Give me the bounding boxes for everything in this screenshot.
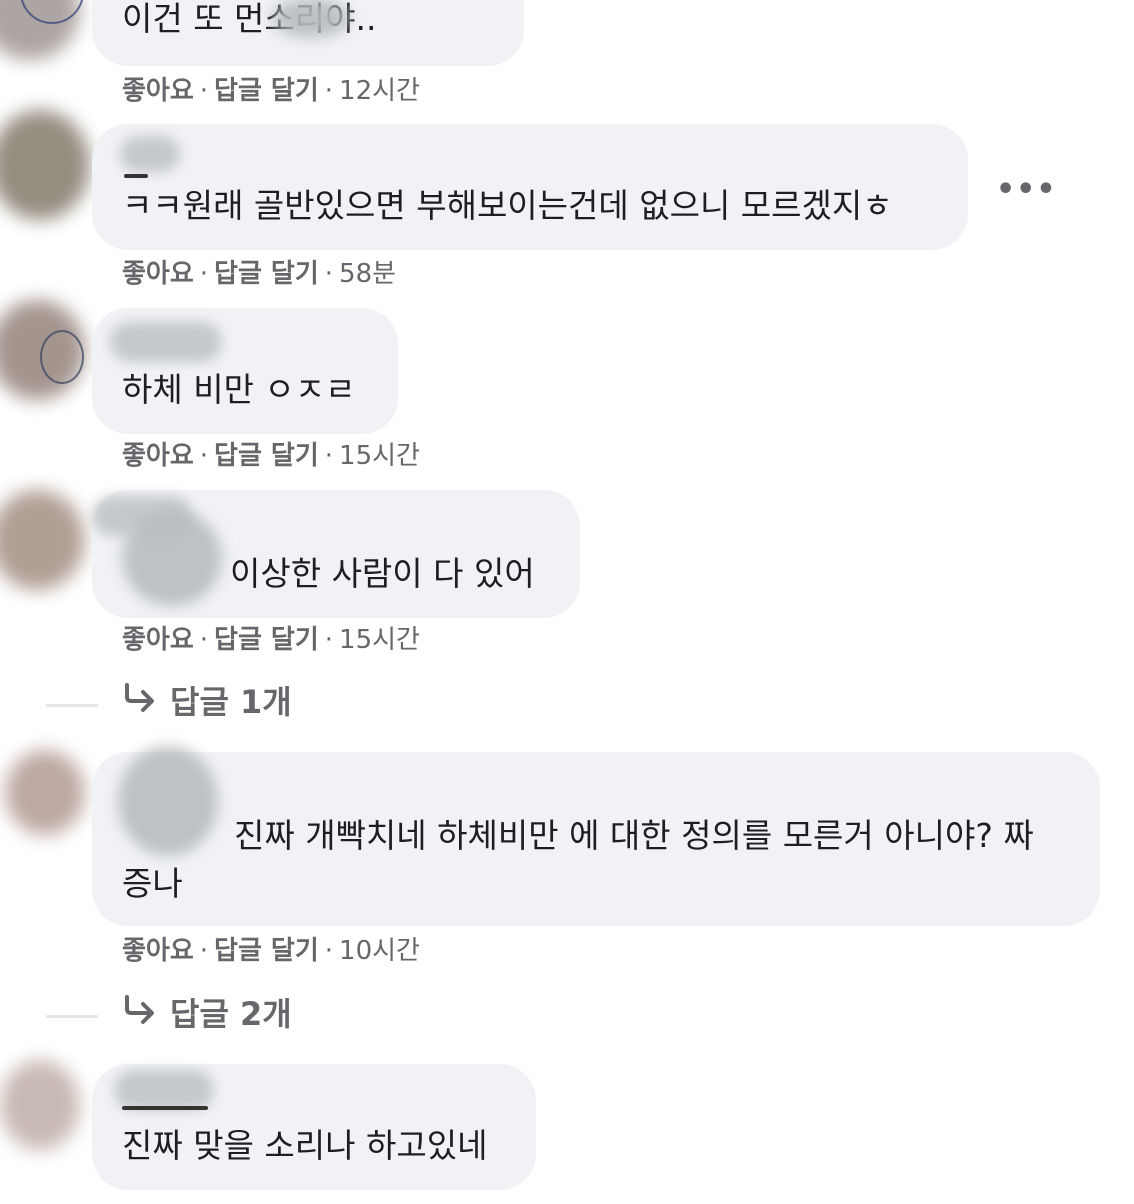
- comment-text: 하체 비만 ㅇㅈㄹ: [122, 370, 356, 409]
- timestamp: 12시간: [339, 76, 420, 106]
- replies-count: 답글 1개: [170, 683, 292, 721]
- comment-text: 진짜 맞을 소리나 하고있네: [122, 1126, 488, 1165]
- thread-line: [46, 704, 98, 707]
- timestamp: 10시간: [339, 936, 420, 966]
- reply-button[interactable]: 답글 달기: [214, 936, 319, 966]
- view-replies-link[interactable]: 답글 2개: [122, 994, 292, 1034]
- comment-bubble: 하체 비만 ㅇㅈㄹ: [92, 308, 398, 434]
- reply-button[interactable]: 답글 달기: [214, 259, 319, 289]
- author-name-blurred[interactable]: [120, 136, 180, 172]
- like-button[interactable]: 좋아요: [122, 441, 194, 471]
- comment-bubble: 이상한 사람이 다 있어: [92, 490, 580, 618]
- avatar[interactable]: [5, 750, 85, 835]
- thread-line: [46, 1015, 98, 1018]
- comment-actions: 좋아요 · 답글 달기 · 10시간: [122, 935, 420, 967]
- separator: ·: [199, 76, 209, 106]
- comment-bubble: 진짜 맞을 소리나 하고있네: [92, 1064, 536, 1190]
- separator: ·: [199, 625, 209, 655]
- author-name-fragment: [122, 1106, 208, 1110]
- separator: ·: [199, 936, 209, 966]
- comment-bubble: 진짜 개빡치네 하체비만 에 대한 정의를 모른거 아니야? 짜 증나: [92, 746, 1100, 926]
- author-name-fragment: [124, 174, 148, 178]
- comment-text: ㅋㅋ원래 골반있으면 부해보이는건데 없으니 모르겠지ㅎ: [122, 186, 893, 225]
- reply-arrow-icon: [122, 994, 156, 1034]
- avatar[interactable]: [0, 1060, 80, 1150]
- more-horizontal-icon[interactable]: •••: [996, 172, 1057, 207]
- reply-arrow-icon: [122, 682, 156, 722]
- separator: ·: [199, 259, 209, 289]
- comment-bubble: ㅋㅋ원래 골반있으면 부해보이는건데 없으니 모르겠지ㅎ: [92, 124, 968, 250]
- comment-text: 이상한 사람이 다 있어: [230, 554, 535, 593]
- comment-actions: 좋아요 · 답글 달기 · 15시간: [122, 440, 420, 472]
- comment-text-line-2: 증나: [122, 864, 183, 903]
- comment-bubble: 이건 또 먼소리야..: [92, 0, 524, 66]
- timestamp: 15시간: [339, 441, 420, 471]
- separator: ·: [324, 441, 334, 471]
- comment-actions: 좋아요 · 답글 달기 · 58분: [122, 258, 396, 290]
- avatar-border: [40, 330, 84, 384]
- separator: ·: [324, 76, 334, 106]
- comment-actions: 좋아요 · 답글 달기 · 15시간: [122, 624, 420, 656]
- avatar[interactable]: [0, 110, 90, 220]
- separator: ·: [324, 936, 334, 966]
- separator: ·: [324, 625, 334, 655]
- comment-actions: 좋아요 · 답글 달기 · 12시간: [122, 75, 420, 107]
- replies-count: 답글 2개: [170, 995, 292, 1033]
- author-name-blurred[interactable]: [110, 322, 222, 362]
- like-button[interactable]: 좋아요: [122, 76, 194, 106]
- like-button[interactable]: 좋아요: [122, 936, 194, 966]
- like-button[interactable]: 좋아요: [122, 259, 194, 289]
- like-button[interactable]: 좋아요: [122, 625, 194, 655]
- timestamp: 58분: [339, 259, 397, 289]
- author-name-blurred[interactable]: [114, 1070, 214, 1110]
- redaction-blur: [122, 510, 222, 606]
- separator: ·: [199, 441, 209, 471]
- timestamp: 15시간: [339, 625, 420, 655]
- view-replies-link[interactable]: 답글 1개: [122, 682, 292, 722]
- reply-button[interactable]: 답글 달기: [214, 625, 319, 655]
- redaction-blur: [118, 746, 218, 856]
- reply-button[interactable]: 답글 달기: [214, 441, 319, 471]
- reply-button[interactable]: 답글 달기: [214, 76, 319, 106]
- comment-text-line-1: 진짜 개빡치네 하체비만 에 대한 정의를 모른거 아니야? 짜: [234, 816, 1034, 855]
- avatar[interactable]: [0, 490, 85, 590]
- separator: ·: [324, 259, 334, 289]
